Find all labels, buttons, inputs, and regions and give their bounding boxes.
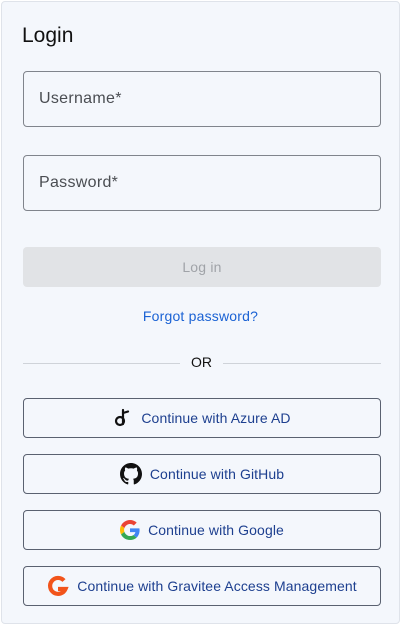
divider-right: [223, 363, 381, 364]
password-field[interactable]: [23, 155, 381, 211]
password-input[interactable]: [24, 156, 380, 210]
github-icon: [119, 463, 142, 485]
continue-with-github-button[interactable]: Continue with GitHub: [23, 454, 381, 494]
github-label: Continue with GitHub: [149, 466, 285, 482]
google-label: Continue with Google: [148, 522, 284, 538]
continue-with-azure-ad-button[interactable]: Continue with Azure AD: [23, 398, 381, 438]
azure-ad-label: Continue with Azure AD: [141, 410, 291, 426]
page-title: Login: [22, 24, 74, 47]
login-card: Login Log in Forgot password? OR Continu…: [1, 1, 400, 624]
azure-ad-icon: [113, 408, 133, 428]
gravitee-label: Continue with Gravitee Access Management: [77, 578, 357, 594]
forgot-password-link[interactable]: Forgot password?: [2, 308, 399, 324]
login-button[interactable]: Log in: [23, 247, 381, 287]
google-icon: [120, 520, 140, 540]
continue-with-gravitee-button[interactable]: Continue with Gravitee Access Management: [23, 566, 381, 606]
username-input[interactable]: [24, 72, 380, 126]
divider-left: [23, 363, 180, 364]
or-divider-label: OR: [191, 354, 212, 370]
continue-with-google-button[interactable]: Continue with Google: [23, 510, 381, 550]
username-field[interactable]: [23, 71, 381, 127]
gravitee-icon: [47, 575, 69, 597]
